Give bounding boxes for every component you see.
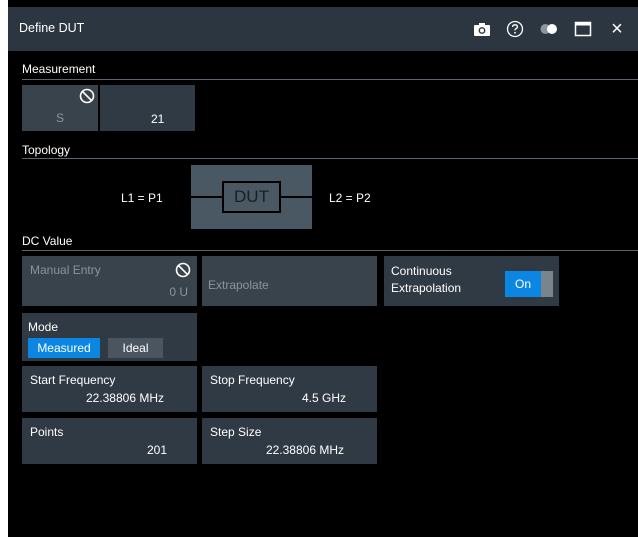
manual-entry-value: 0 U: [169, 285, 188, 299]
continuous-extrapolation-label-line1: Continuous: [391, 264, 452, 278]
continuous-extrapolation-toggle[interactable]: On: [505, 271, 553, 297]
extrapolate-button[interactable]: Extrapolate: [202, 256, 377, 306]
continuous-extrapolation-label-line2: Extrapolation: [391, 281, 462, 295]
help-icon[interactable]: [505, 19, 525, 39]
start-frequency-field[interactable]: Start Frequency 22.38806 MHz: [22, 366, 197, 412]
points-label: Points: [30, 425, 64, 439]
stop-frequency-field[interactable]: Stop Frequency 4.5 GHz: [202, 366, 377, 412]
s-parameter-label: S: [56, 111, 65, 125]
mode-option-measured[interactable]: Measured: [28, 338, 100, 358]
s-parameter-value: 21: [151, 112, 165, 126]
title-bar: Define DUT ×: [8, 7, 638, 51]
toggle-knob: [541, 271, 553, 297]
dialog-title: Define DUT: [19, 21, 85, 35]
measurement-section-label: Measurement: [22, 62, 96, 76]
start-frequency-label: Start Frequency: [30, 373, 116, 387]
left-port-label: L1 = P1: [121, 191, 163, 205]
dut-block: DUT: [191, 165, 312, 229]
disabled-icon: [79, 88, 95, 104]
topology-section-label: Topology: [22, 143, 71, 157]
step-size-value: 22.38806 MHz: [265, 443, 344, 457]
extrapolate-label: Extrapolate: [208, 278, 269, 292]
define-dut-dialog: Define DUT × Measurement S 21 Topology L…: [0, 0, 638, 537]
manual-entry-label: Manual Entry: [30, 263, 101, 277]
mode-label: Mode: [28, 320, 59, 334]
points-field[interactable]: Points 201: [22, 418, 197, 464]
stop-frequency-label: Stop Frequency: [210, 373, 295, 387]
right-port-label: L2 = P2: [329, 191, 371, 205]
measurement-divider: [22, 79, 638, 80]
step-size-label: Step Size: [210, 425, 262, 439]
topology-divider: [22, 158, 638, 159]
mode-option-ideal[interactable]: Ideal: [108, 338, 163, 358]
step-size-field[interactable]: Step Size 22.38806 MHz: [202, 418, 377, 464]
points-value: 201: [146, 443, 167, 457]
contrast-toggle-icon[interactable]: [539, 19, 559, 39]
manual-entry-field[interactable]: Manual Entry 0 U: [22, 256, 197, 306]
stop-frequency-value: 4.5 GHz: [301, 391, 346, 405]
s-parameter-selector[interactable]: S: [22, 85, 98, 131]
toggle-state: On: [505, 271, 541, 297]
disabled-icon: [175, 262, 191, 278]
start-frequency-value: 22.38806 MHz: [85, 391, 164, 405]
s-parameter-value-field[interactable]: 21: [100, 85, 195, 131]
dc-value-divider: [22, 250, 638, 251]
dut-label: DUT: [234, 187, 269, 206]
dc-value-section-label: DC Value: [22, 234, 73, 248]
close-icon[interactable]: ×: [607, 18, 627, 40]
maximize-icon[interactable]: [573, 19, 593, 39]
camera-icon[interactable]: [472, 19, 492, 39]
